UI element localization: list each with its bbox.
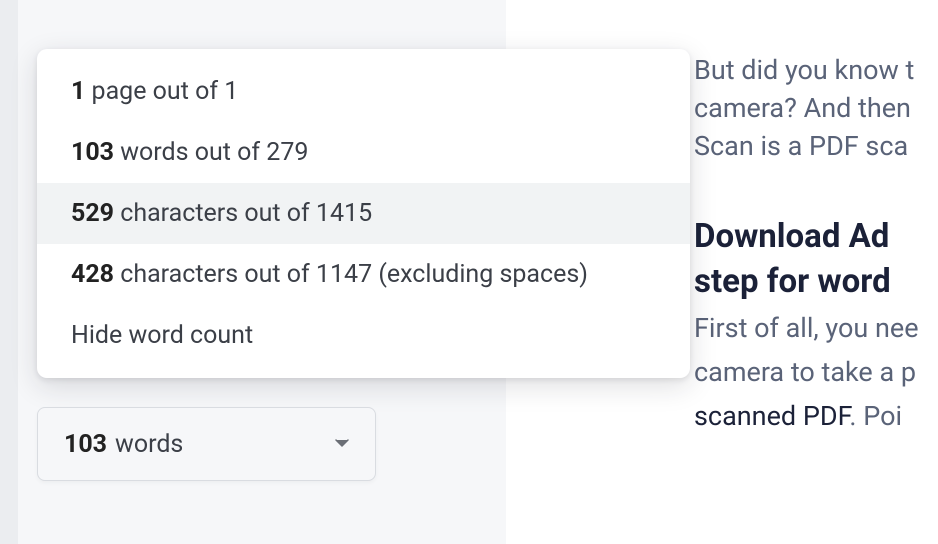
count-label: characters out of 1415 xyxy=(114,199,372,228)
word-count-option-pages[interactable]: 1 page out of 1 xyxy=(37,61,690,122)
caret-down-icon xyxy=(335,439,349,449)
paragraph-line: First of all, you nee xyxy=(694,310,938,348)
word-count-option-characters[interactable]: 529 characters out of 1415 xyxy=(37,183,690,244)
hide-label: Hide word count xyxy=(71,321,253,350)
paragraph-line: But did you know t xyxy=(694,52,938,90)
hide-word-count[interactable]: Hide word count xyxy=(37,305,690,366)
paragraph-line: camera to take a p xyxy=(694,354,938,392)
count-label: characters out of 1147 (excluding spaces… xyxy=(114,260,588,289)
paragraph-line: scanned PDF. Poi xyxy=(694,398,938,436)
text-fragment: . Poi xyxy=(849,400,902,432)
count-value: 103 xyxy=(71,138,114,167)
paragraph-line: camera? And then xyxy=(694,90,938,128)
word-count-option-characters-no-spaces[interactable]: 428 characters out of 1147 (excluding sp… xyxy=(37,244,690,305)
word-count-number: 103 xyxy=(64,430,107,459)
count-label: page out of 1 xyxy=(85,77,238,106)
count-value: 428 xyxy=(71,260,114,289)
word-count-popup: 1 page out of 1 103 words out of 279 529… xyxy=(37,49,690,378)
heading-line: step for word xyxy=(694,260,938,305)
count-value: 529 xyxy=(71,199,114,228)
count-label: words out of 279 xyxy=(114,138,308,167)
word-count-option-words[interactable]: 103 words out of 279 xyxy=(37,122,690,183)
count-value: 1 xyxy=(71,77,85,106)
paragraph-line: Scan is a PDF sca xyxy=(694,128,938,166)
word-count-unit: words xyxy=(115,430,183,459)
link-text[interactable]: scanned PDF xyxy=(694,400,849,432)
heading-line: Download Ad xyxy=(694,215,938,260)
word-count-button[interactable]: 103 words xyxy=(37,407,376,481)
